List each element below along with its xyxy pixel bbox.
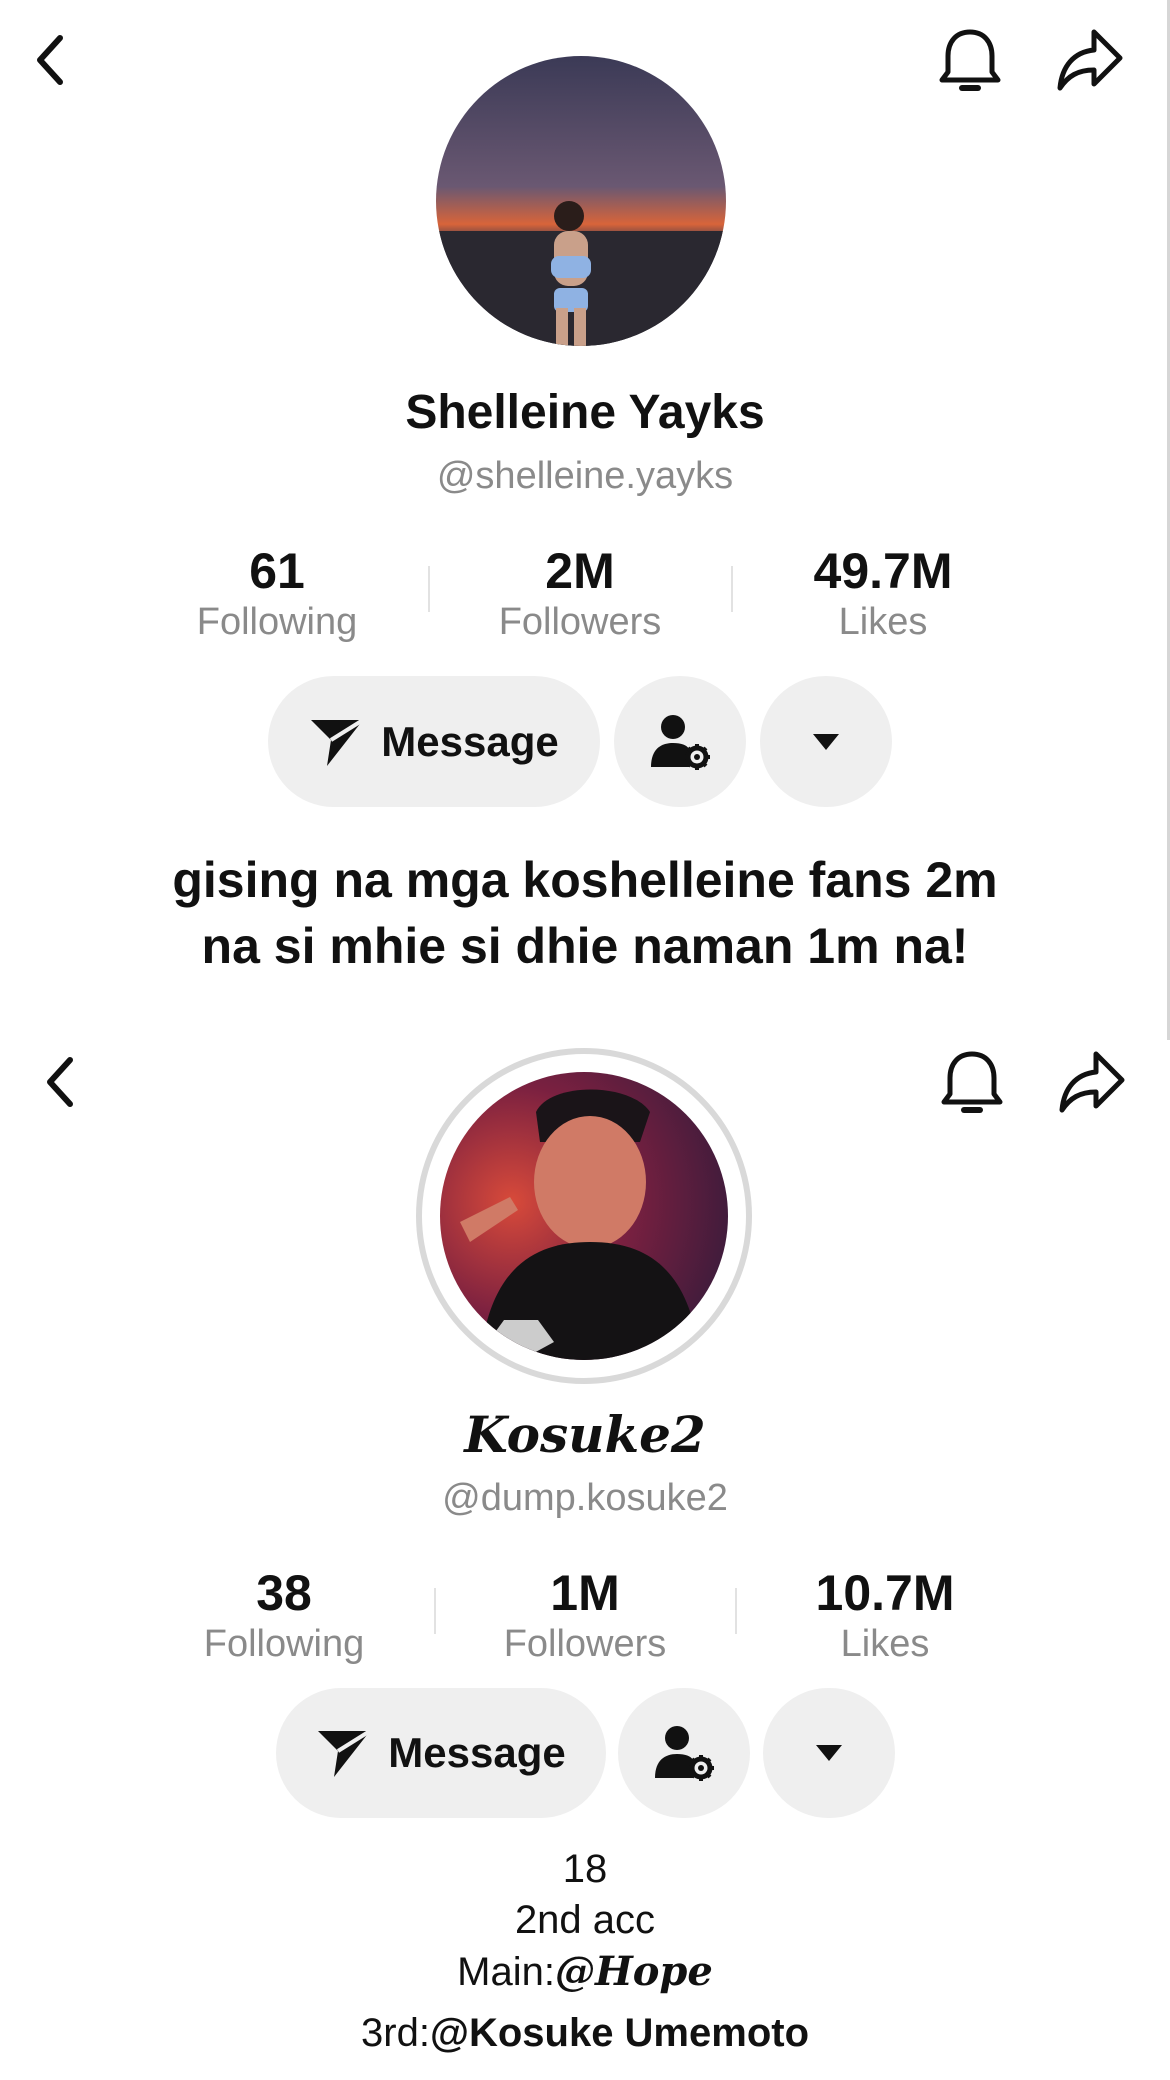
message-button[interactable]: Message (276, 1688, 606, 1818)
friend-settings-button[interactable] (618, 1688, 750, 1818)
stat-label: Followers (498, 601, 662, 643)
caret-down-icon (813, 733, 839, 750)
display-name: Kosuke2 (464, 1405, 706, 1464)
stat-label: Followers (503, 1623, 667, 1665)
bell-icon[interactable] (936, 26, 1004, 98)
stat-followers[interactable]: 2M Followers (440, 543, 720, 645)
message-button-label: Message (388, 1729, 566, 1776)
stat-likes[interactable]: 10.7M Likes (745, 1565, 1025, 1667)
bio-line: na si mhie si dhie naman 1m na! (201, 918, 969, 974)
avatar[interactable] (440, 1072, 728, 1360)
chevron-left-icon[interactable] (40, 1054, 80, 1110)
stat-value: 61 (249, 543, 305, 599)
display-name: Shelleine Yayks (405, 386, 765, 439)
share-arrow-icon[interactable] (1054, 26, 1126, 94)
username: @dump.kosuke2 (442, 1477, 728, 1519)
caret-down-icon (816, 1745, 842, 1761)
stat-likes[interactable]: 49.7M Likes (743, 543, 1023, 645)
stat-value: 38 (256, 1565, 312, 1621)
message-button-label: Message (381, 717, 559, 765)
person-gear-icon (649, 713, 711, 771)
paper-plane-icon (316, 1727, 372, 1779)
more-options-button[interactable] (760, 676, 892, 807)
stat-value: 10.7M (815, 1565, 955, 1621)
stat-label: Following (196, 601, 358, 643)
bio-line: 2nd acc (514, 1898, 656, 1942)
stat-following[interactable]: 61 Following (137, 543, 417, 645)
mention-link[interactable]: @Kosuke Umemoto (430, 2011, 809, 2055)
stat-value: 1M (550, 1565, 620, 1621)
divider (731, 566, 733, 612)
bio: 18 2nd acc Main:@Hope 3rd:@Kosuke Umemot… (0, 1844, 1170, 2059)
stat-value: 2M (545, 543, 615, 599)
message-button[interactable]: Message (268, 676, 600, 807)
profile-screen-1: Shelleine Yayks @shelleine.yayks 61 Foll… (0, 0, 1170, 1040)
divider (428, 566, 430, 612)
stat-followers[interactable]: 1M Followers (445, 1565, 725, 1667)
stat-value: 49.7M (813, 543, 953, 599)
stat-label: Likes (840, 1623, 930, 1665)
username: @shelleine.yayks (436, 455, 734, 497)
bio-line: gising na mga koshelleine fans 2m (172, 852, 998, 908)
paper-plane-icon (309, 716, 365, 768)
bio: gising na mga koshelleine fans 2m na si … (0, 847, 1170, 979)
person-gear-icon (653, 1724, 715, 1782)
bio-text: 3rd: (361, 2011, 430, 2055)
share-arrow-icon[interactable] (1056, 1048, 1128, 1116)
profile-screen-2: Kosuke2 @dump.kosuke2 38 Following 1M Fo… (0, 1040, 1170, 2080)
divider (434, 1588, 436, 1634)
bell-icon[interactable] (938, 1048, 1006, 1120)
stat-label: Likes (838, 601, 928, 643)
more-options-button[interactable] (763, 1688, 895, 1818)
bio-text: Main: (457, 1950, 555, 1994)
bio-line: Main:@Hope (0, 1946, 1170, 1998)
friend-settings-button[interactable] (614, 676, 746, 807)
divider (735, 1588, 737, 1634)
stat-label: Following (203, 1623, 365, 1665)
mention-link[interactable]: @Hope (555, 1948, 713, 1995)
avatar[interactable] (436, 56, 726, 346)
bio-line: 3rd:@Kosuke Umemoto (0, 2008, 1170, 2059)
bio-line: 18 (562, 1847, 608, 1891)
stat-following[interactable]: 38 Following (144, 1565, 424, 1667)
chevron-left-icon[interactable] (30, 32, 70, 88)
